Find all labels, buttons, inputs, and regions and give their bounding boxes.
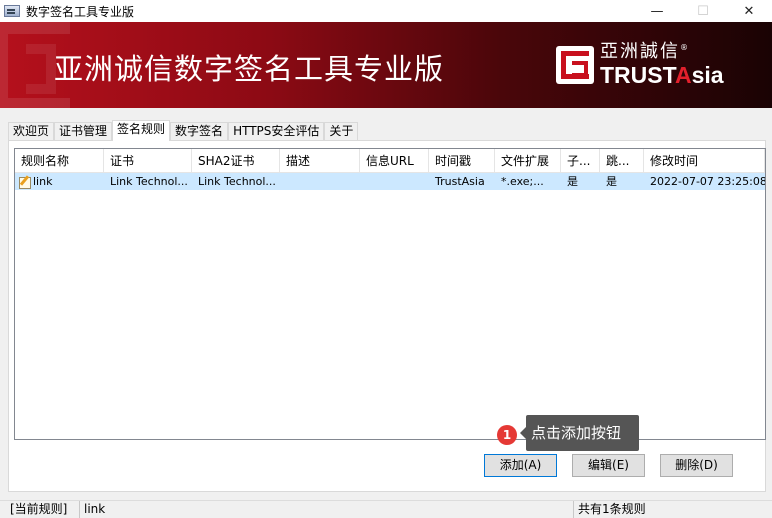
cell-skip: 是 [606,175,617,188]
column-timestamp[interactable]: 时间戳 [429,149,495,173]
column-description[interactable]: 描述 [280,149,360,173]
column-sha2-certificate[interactable]: SHA2证书 [192,149,280,173]
edit-button[interactable]: 编辑(E) [572,454,645,477]
hint-tooltip: 点击添加按钮 [520,415,639,451]
tab-https-assessment[interactable]: HTTPS安全评估 [228,122,325,141]
cell-timestamp: TrustAsia [435,175,485,188]
app-icon [4,5,20,17]
status-current-rule: link [80,501,574,518]
watermark-logo-detail [26,44,56,94]
cell-description [280,173,360,190]
minimize-button[interactable]: — [634,0,680,22]
cell-modified-time: 2022-07-07 23:25:08 [650,175,765,188]
rules-list[interactable]: 规则名称 证书 SHA2证书 描述 信息URL 时间戳 文件扩展 子... 跳.… [14,148,766,440]
column-skip[interactable]: 跳... [600,149,644,173]
trustasia-mark-icon [556,46,594,84]
rule-name-text: link [33,175,53,188]
tab-about[interactable]: 关于 [324,122,359,141]
cell-sha2-certificate: Link Technol... [198,175,276,188]
cell-subfolder: 是 [567,175,578,188]
window-controls: — ☐ ✕ [634,0,772,22]
column-rule-name[interactable]: 规则名称 [15,149,104,173]
column-info-url[interactable]: 信息URL [360,149,429,173]
rules-list-header: 规则名称 证书 SHA2证书 描述 信息URL 时间戳 文件扩展 子... 跳.… [15,149,765,173]
status-label: [当前规则] [0,501,80,518]
tab-strip: 欢迎页 证书管理 签名规则 数字签名 HTTPS安全评估 关于 [8,120,359,141]
tab-signing-rules[interactable]: 签名规则 [112,120,171,141]
logo-cn-text: 亞洲誠信® [600,41,690,62]
status-rule-count: 共有1条规则 [578,502,646,516]
trustasia-logo: 亞洲誠信® TRUSTAsia [556,41,724,88]
cell-file-extension: *.exe;... [501,175,544,188]
status-bar: [当前规则] link 共有1条规则 [0,500,772,518]
pencil-icon [18,175,31,189]
table-row[interactable]: link Link Technol... Link Technol... Tru… [15,173,765,190]
header-banner: 亚洲诚信数字签名工具专业版 亞洲誠信® TRUSTAsia [0,22,772,108]
logo-en-text: TRUSTAsia [600,62,724,88]
cell-rule-name: link [15,173,104,190]
add-button[interactable]: 添加(A) [484,454,557,477]
banner-title: 亚洲诚信数字签名工具专业版 [54,52,445,86]
step-badge: 1 [497,425,517,445]
tab-digital-signature[interactable]: 数字签名 [170,122,229,141]
tab-welcome[interactable]: 欢迎页 [8,122,55,141]
column-file-extension[interactable]: 文件扩展 [495,149,561,173]
cell-info-url [360,173,429,190]
close-button[interactable]: ✕ [726,0,772,22]
title-bar: 数字签名工具专业版 — ☐ ✕ [0,0,772,22]
column-certificate[interactable]: 证书 [104,149,192,173]
cell-certificate: Link Technol... [110,175,188,188]
delete-button[interactable]: 删除(D) [660,454,733,477]
column-modified-time[interactable]: 修改时间 [644,149,765,173]
signing-rules-panel: 规则名称 证书 SHA2证书 描述 信息URL 时间戳 文件扩展 子... 跳.… [8,140,766,492]
window-title: 数字签名工具专业版 [26,4,135,19]
maximize-button[interactable]: ☐ [680,0,726,22]
tab-certificate-management[interactable]: 证书管理 [54,122,113,141]
column-subfolder[interactable]: 子... [561,149,600,173]
